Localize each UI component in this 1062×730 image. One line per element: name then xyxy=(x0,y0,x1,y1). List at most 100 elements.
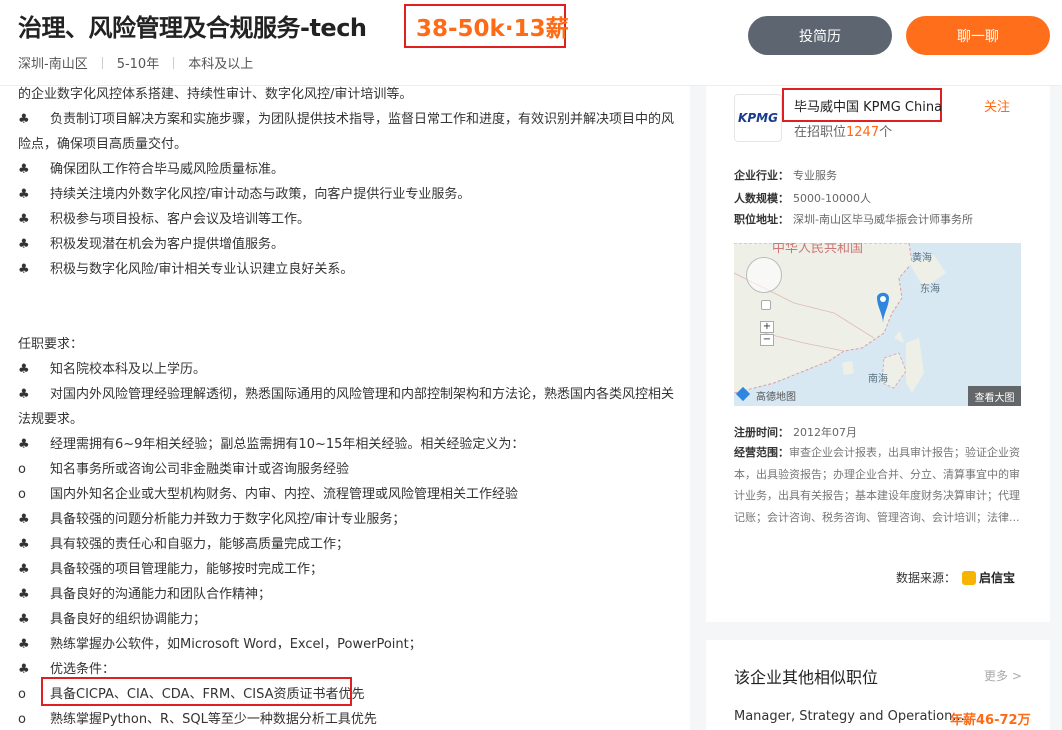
club-bullet-icon: ♣ xyxy=(18,512,30,527)
description-line: ♣ 持续关注境内外数字化风控/审计动态与政策，向客户提供行业专业服务。 xyxy=(18,183,470,202)
description-text: 知名院校本科及以上学历。 xyxy=(50,362,207,377)
description-text: 积极与数字化风险/审计相关专业认识建立良好关系。 xyxy=(50,262,354,277)
job-header: 治理、风险管理及合规服务-tech 38-50k·13薪 深圳-南山区 5-10… xyxy=(0,0,1062,86)
description-text: 优选条件： xyxy=(50,662,116,677)
size-row: 人数规模： 5000-10000人 xyxy=(734,190,871,206)
hiring-number: 1247 xyxy=(846,125,880,140)
job-experience: 5-10年 xyxy=(116,57,160,72)
description-text: 积极发现潜在机会为客户提供增值服务。 xyxy=(50,237,285,252)
description-text: 熟练掌握Python、R、SQL等至少一种数据分析工具优先 xyxy=(50,712,377,727)
similar-jobs-card: 该企业其他相似职位 更多 > Manager, Strategy and Ope… xyxy=(706,640,1050,730)
view-large-map-button[interactable]: 查看大图 xyxy=(968,386,1021,406)
description-line: ♣ 积极发现潜在机会为客户提供增值服务。 xyxy=(18,233,284,252)
description-text: 具备较强的项目管理能力，能够按时完成工作； xyxy=(50,562,324,577)
description-text: 具备良好的组织协调能力； xyxy=(50,612,207,627)
industry-row: 企业行业： 专业服务 xyxy=(734,167,837,183)
circle-bullet: o xyxy=(18,487,26,502)
description-text: 持续关注境内外数字化风控/审计动态与政策，向客户提供行业专业服务。 xyxy=(50,187,471,202)
zoom-out-button[interactable]: − xyxy=(760,334,774,346)
description-line: ♣ 积极参与项目投标、客户会议及培训等工作。 xyxy=(18,208,310,227)
description-line: ♣ 具有较强的责任心和自驱力，能够高质量完成工作； xyxy=(18,533,349,552)
club-bullet-icon: ♣ xyxy=(18,587,30,602)
qixinbao-logo-icon xyxy=(962,570,977,585)
map-label-huanghai: 黄海 xyxy=(912,253,932,264)
description-line: 任职要求： xyxy=(18,333,83,352)
description-line: 的企业数字化风控体系搭建、持续性审计、数字化风控/审计培训等。 xyxy=(18,86,412,102)
similar-job-salary: 年薪46-72万 xyxy=(950,713,1031,728)
follow-button[interactable]: 关注 xyxy=(984,96,1010,115)
club-bullet-icon: ♣ xyxy=(18,387,30,402)
description-line: 法规要求。 xyxy=(18,408,83,427)
club-bullet-icon: ♣ xyxy=(18,187,30,202)
map-pan-control[interactable] xyxy=(746,257,782,293)
description-line: ♣ 具备良好的沟通能力和团队合作精神； xyxy=(18,583,271,602)
company-name[interactable]: 毕马威中国 KPMG China xyxy=(794,96,942,115)
source-brand-text: 启信宝 xyxy=(979,571,1016,585)
description-text: 具有较强的责任心和自驱力，能够高质量完成工作； xyxy=(50,537,350,552)
description-text: 积极参与项目投标、客户会议及培训等工作。 xyxy=(50,212,311,227)
description-text: 对国内外风险管理经验理解透彻，熟悉国际通用的风险管理和内部控制架构和方法论，熟悉… xyxy=(50,387,675,402)
data-source: 数据来源： 启信宝 xyxy=(896,569,1015,586)
tag-divider xyxy=(101,56,103,69)
club-bullet-icon: ♣ xyxy=(18,362,30,377)
business-scope: 经营范围：审查企业会计报表，出具审计报告；验证企业资本，出具验资报告；办理企业合… xyxy=(734,442,1024,528)
club-bullet-icon: ♣ xyxy=(18,662,30,677)
size-label: 人数规模： xyxy=(734,192,789,205)
description-text: 熟练掌握办公软件，如Microsoft Word，Excel，PowerPoin… xyxy=(50,637,422,652)
club-bullet-icon: ♣ xyxy=(18,262,30,277)
description-line: 险点，确保项目高质量交付。 xyxy=(18,133,187,152)
address-value[interactable]: 深圳-南山区毕马威华振会计师事务所 xyxy=(793,213,973,226)
industry-label: 企业行业： xyxy=(734,169,789,182)
description-text: 确保团队工作符合毕马威风险质量标准。 xyxy=(50,162,285,177)
address-row: 职位地址： 深圳-南山区毕马威华振会计师事务所 xyxy=(734,211,973,227)
submit-resume-button[interactable]: 投简历 xyxy=(748,16,892,55)
job-salary: 38-50k·13薪 xyxy=(416,16,569,42)
more-link[interactable]: 更多 > xyxy=(984,667,1022,684)
description-line: o 知名事务所或咨询公司非金融类审计或咨询服务经验 xyxy=(18,458,349,477)
map-locate-icon[interactable] xyxy=(761,300,771,310)
circle-bullet: o xyxy=(18,462,26,477)
description-text: 具备较强的问题分析能力并致力于数字化风控/审计专业服务； xyxy=(50,512,406,527)
description-line: ♣ 经理需拥有6~9年相关经验；副总监需拥有10~15年相关经验。相关经验定义为： xyxy=(18,433,524,452)
registration-label: 注册时间： xyxy=(734,426,789,439)
chat-button[interactable]: 聊一聊 xyxy=(906,16,1050,55)
club-bullet-icon: ♣ xyxy=(18,537,30,552)
similar-job-title[interactable]: Manager, Strategy and Operation... xyxy=(734,709,965,724)
description-text: 的企业数字化风控体系搭建、持续性审计、数字化风控/审计培训等。 xyxy=(18,87,413,102)
description-line: ♣ 确保团队工作符合毕马威风险质量标准。 xyxy=(18,158,284,177)
description-text: 任职要求： xyxy=(18,337,84,352)
club-bullet-icon: ♣ xyxy=(18,237,30,252)
job-description: 的企业数字化风控体系搭建、持续性审计、数字化风控/审计培训等。 ♣ 负责制订项目解决… xyxy=(0,86,690,730)
description-line: ♣ 具备较强的项目管理能力，能够按时完成工作； xyxy=(18,558,323,577)
map-label-country: 中华人民共和国 xyxy=(772,243,864,256)
registration-date: 2012年07月 xyxy=(793,426,857,439)
description-line: ♣ 具备较强的问题分析能力并致力于数字化风控/审计专业服务； xyxy=(18,508,405,527)
address-label: 职位地址： xyxy=(734,213,789,226)
club-bullet-icon: ♣ xyxy=(18,112,30,127)
club-bullet-icon: ♣ xyxy=(18,637,30,652)
description-text: 国内外知名企业或大型机构财务、内审、内控、流程管理或风险管理相关工作经验 xyxy=(50,487,519,502)
job-location: 深圳-南山区 xyxy=(18,57,88,72)
job-tags: 深圳-南山区 5-10年 本科及以上 xyxy=(18,53,253,72)
description-text: 经理需拥有6~9年相关经验；副总监需拥有10~15年相关经验。相关经验定义为： xyxy=(50,437,525,452)
map-label-nanhai: 南海 xyxy=(868,374,888,385)
description-line: ♣ 知名院校本科及以上学历。 xyxy=(18,358,206,377)
size-value: 5000-10000人 xyxy=(793,192,871,205)
description-text: 险点，确保项目高质量交付。 xyxy=(18,137,188,152)
description-text: 法规要求。 xyxy=(18,412,84,427)
description-text: 负责制订项目解决方案和实施步骤，为团队提供技术指导，监督日常工作和进度，有效识别… xyxy=(50,112,675,127)
hiring-unit: 个 xyxy=(879,125,893,140)
circle-bullet: o xyxy=(18,712,26,727)
zoom-in-button[interactable]: + xyxy=(760,321,774,333)
description-text: 具备良好的沟通能力和团队合作精神； xyxy=(50,587,272,602)
location-map[interactable]: 中华人民共和国 黄海 东海 南海 + − 高德地图 查看大图 xyxy=(734,243,1021,406)
scope-label: 经营范围： xyxy=(734,446,789,459)
map-brand: 高德地图 xyxy=(756,392,796,403)
club-bullet-icon: ♣ xyxy=(18,212,30,227)
job-education: 本科及以上 xyxy=(188,57,254,72)
description-line: ♣ 熟练掌握办公软件，如Microsoft Word，Excel，PowerPoi… xyxy=(18,633,422,652)
company-card: KPMG 毕马威中国 KPMG China 在招职位1247个 关注 企业行业：… xyxy=(706,86,1050,622)
hiring-count[interactable]: 在招职位1247个 xyxy=(794,121,892,140)
company-logo[interactable]: KPMG xyxy=(734,94,782,142)
source-brand[interactable]: 启信宝 xyxy=(962,569,1015,586)
